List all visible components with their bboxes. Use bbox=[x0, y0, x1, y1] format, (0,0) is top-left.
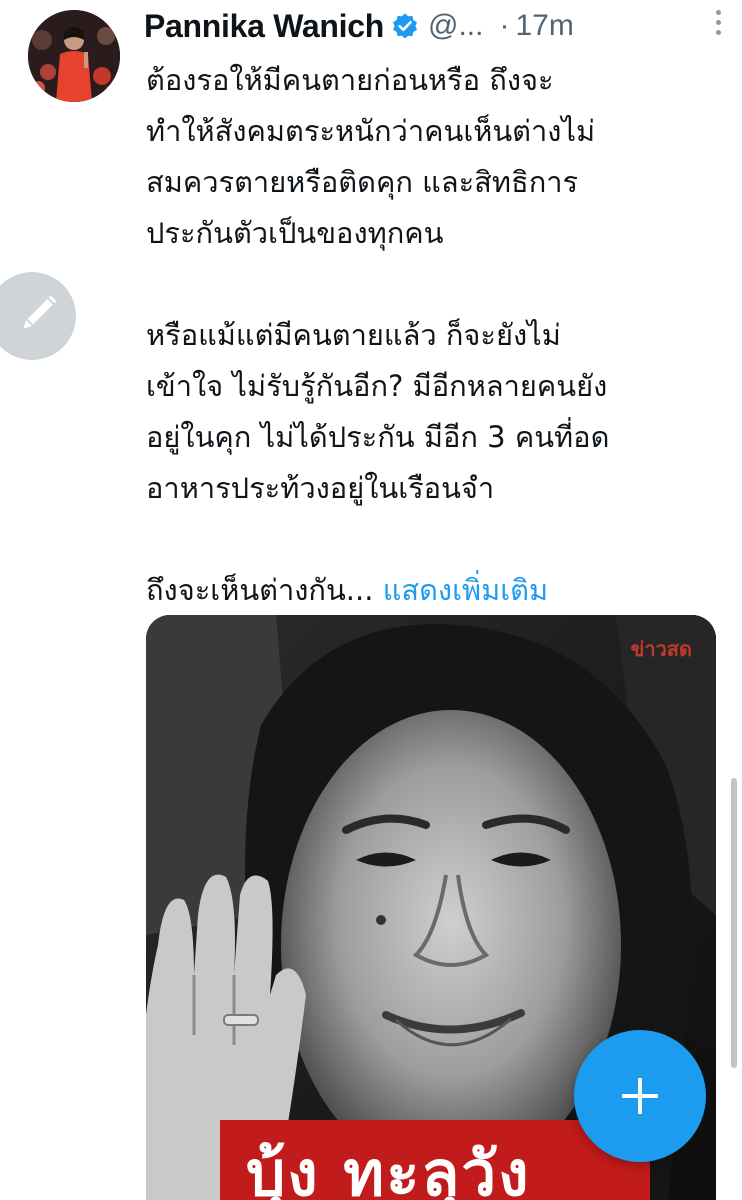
pencil-icon bbox=[23, 295, 57, 329]
media-caption: บุ้ง ทะลุวัง bbox=[246, 1137, 531, 1200]
media-watermark: ข่าวสด bbox=[630, 637, 692, 661]
tweet-line: ถึงจะเห็นต่างกัน... แสดงเพิ่มเติม bbox=[146, 565, 736, 616]
tweet-text: ต้องรอให้มีคนตายก่อนหรือ ถึงจะ ทำให้สังค… bbox=[146, 55, 736, 616]
avatar[interactable] bbox=[28, 10, 120, 102]
separator-dot: · bbox=[499, 9, 510, 42]
scrollbar[interactable] bbox=[731, 778, 737, 1068]
tweet-line: ประกันตัวเป็นของทุกคน bbox=[146, 216, 444, 250]
tweet-line: ต้องรอให้มีคนตายก่อนหรือ ถึงจะ bbox=[146, 63, 554, 97]
compose-button[interactable] bbox=[574, 1030, 706, 1162]
tweet-line: สมควรตายหรือติดคุก และสิทธิการ bbox=[146, 165, 579, 199]
show-more-link[interactable]: แสดงเพิ่มเติม bbox=[383, 573, 548, 607]
tweet-line: อยู่ในคุก ไม่ได้ประกัน มีอีก 3 คนที่อด bbox=[146, 420, 610, 454]
tweet-line: หรือแม้แต่มีคนตายแล้ว ก็จะยังไม่ bbox=[146, 318, 561, 352]
tweet-paragraph: ถึงจะเห็นต่างกัน... แสดงเพิ่มเติม bbox=[146, 565, 736, 616]
tweet-line: ทำให้สังคมตระหนักว่าคนเห็นต่างไม่ bbox=[146, 114, 596, 148]
truncated-text: ถึงจะเห็นต่างกัน... bbox=[146, 573, 374, 607]
more-vertical-icon[interactable] bbox=[708, 10, 728, 44]
author-handle[interactable]: @... bbox=[428, 9, 483, 43]
tweet-paragraph: หรือแม้แต่มีคนตายแล้ว ก็จะยังไม่ เข้าใจ … bbox=[146, 310, 736, 514]
tweet-paragraph: ต้องรอให้มีคนตายก่อนหรือ ถึงจะ ทำให้สังค… bbox=[146, 55, 736, 259]
tweet-line: อาหารประท้วงอยู่ในเรือนจำ bbox=[146, 471, 495, 505]
tweet-time[interactable]: 17m bbox=[515, 9, 573, 43]
avatar-image bbox=[28, 10, 120, 102]
edit-button[interactable] bbox=[0, 272, 76, 360]
tweet-header: Pannika Wanich @... · 17m bbox=[144, 0, 734, 52]
tweet-screen: Pannika Wanich @... · 17m ต้องรอให้มีคนต… bbox=[0, 0, 742, 1200]
tweet-line: เข้าใจ ไม่รับรู้กันอีก? มีอีกหลายคนยัง bbox=[146, 369, 608, 403]
verified-badge-icon bbox=[391, 12, 419, 40]
author-name[interactable]: Pannika Wanich bbox=[144, 8, 384, 45]
